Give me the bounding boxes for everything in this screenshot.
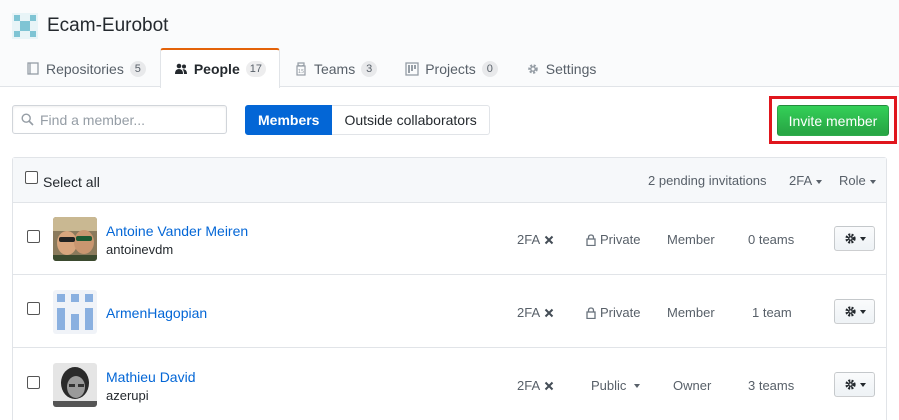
projects-count-badge: 0 (481, 60, 498, 77)
twofa-filter-label: 2FA (789, 173, 813, 188)
member-settings-button[interactable] (834, 226, 875, 251)
teams-count-badge: 3 (361, 60, 378, 77)
member-teams-link[interactable]: 1 team (752, 305, 792, 320)
member-role: Owner (673, 378, 712, 393)
table-header: Select all 2 pending invitations 2FA Rol… (13, 158, 886, 203)
visibility-label: Private (600, 305, 641, 320)
member-type-toggle: Members Outside collaborators (245, 105, 490, 135)
member-checkbox[interactable] (27, 230, 40, 243)
chevron-down-icon (859, 236, 866, 241)
member-role: Member (667, 232, 715, 247)
gear-icon (844, 233, 856, 244)
org-avatar[interactable] (12, 13, 38, 39)
twofa-label: 2FA (517, 305, 541, 320)
twofa-label: 2FA (517, 378, 541, 393)
tab-teams[interactable]: 15 Teams 3 (280, 48, 391, 88)
avatar[interactable] (53, 290, 97, 334)
member-checkbox[interactable] (27, 376, 40, 389)
member-teams-link[interactable]: 0 teams (748, 232, 794, 247)
search-icon (21, 113, 34, 126)
select-all-checkbox[interactable] (25, 171, 38, 184)
table-row: Mathieu David azerupi 2FA Public Owner 3… (13, 349, 886, 420)
visibility-label: Public (591, 378, 627, 393)
repo-count-badge: 5 (129, 60, 146, 77)
twofa-status: 2FA (517, 232, 554, 247)
chevron-down-icon (859, 382, 866, 387)
tab-repositories[interactable]: Repositories 5 (12, 48, 160, 88)
tab-label: Teams (313, 60, 356, 77)
member-name-link[interactable]: Mathieu David (106, 369, 196, 385)
invite-member-button[interactable]: Invite member (777, 105, 889, 136)
members-filter-button[interactable]: Members (245, 105, 333, 135)
member-checkbox[interactable] (27, 302, 40, 315)
member-name-link[interactable]: Antoine Vander Meiren (106, 223, 248, 239)
visibility-status: Private (586, 305, 640, 320)
visibility-status: Private (586, 232, 640, 247)
member-role: Member (667, 305, 715, 320)
member-login: antoinevdm (106, 242, 174, 257)
role-filter-dropdown[interactable]: Role (839, 173, 876, 188)
org-header: Ecam-Eurobot Repositories 5 People 17 15… (0, 0, 899, 88)
member-settings-button[interactable] (834, 299, 875, 324)
tab-label: Settings (545, 60, 597, 77)
gear-icon (844, 379, 856, 390)
search-input[interactable] (40, 111, 220, 128)
project-icon (405, 61, 419, 76)
table-row: Antoine Vander Meiren antoinevdm 2FA Pri… (13, 203, 886, 275)
avatar[interactable] (53, 217, 97, 261)
people-count-badge: 17 (245, 61, 266, 77)
visibility-dropdown[interactable]: Public (591, 378, 641, 393)
twofa-status: 2FA (517, 305, 554, 320)
tab-label: Repositories (46, 60, 124, 77)
org-name[interactable]: Ecam-Eurobot (47, 15, 168, 37)
org-tabs: Repositories 5 People 17 15 Teams 3 Proj… (12, 48, 610, 88)
member-settings-button[interactable] (834, 372, 875, 397)
tab-settings[interactable]: Settings (512, 48, 611, 88)
members-table: Select all 2 pending invitations 2FA Rol… (12, 157, 887, 420)
chevron-down-icon (859, 309, 866, 314)
chevron-down-icon (816, 179, 823, 184)
x-icon (544, 308, 554, 317)
tab-people[interactable]: People 17 (159, 48, 280, 88)
tab-label: People (193, 61, 240, 77)
people-icon (174, 63, 187, 74)
x-icon (544, 235, 554, 244)
member-search (12, 105, 227, 134)
tab-projects[interactable]: Projects 0 (391, 48, 512, 88)
select-all-label: Select all (43, 174, 100, 190)
role-filter-label: Role (839, 173, 866, 188)
member-name-link[interactable]: ArmenHagopian (106, 305, 207, 321)
jersey-icon: 15 (296, 61, 306, 76)
member-login: azerupi (106, 388, 149, 403)
lock-icon (586, 306, 596, 319)
outside-collaborators-button[interactable]: Outside collaborators (332, 105, 490, 135)
x-icon (544, 381, 554, 390)
chevron-down-icon (869, 179, 876, 184)
pending-invitations-link[interactable]: 2 pending invitations (648, 173, 767, 188)
tab-label: Projects (425, 60, 476, 77)
svg-text:15: 15 (298, 69, 304, 75)
avatar[interactable] (53, 363, 97, 407)
table-row: ArmenHagopian 2FA Private Member 1 team (13, 276, 886, 348)
visibility-label: Private (600, 232, 641, 247)
gear-icon (528, 63, 538, 74)
lock-icon (586, 233, 596, 246)
repo-icon (27, 61, 39, 75)
gear-icon (844, 306, 856, 317)
chevron-down-icon (634, 383, 641, 388)
twofa-filter-dropdown[interactable]: 2FA (789, 173, 823, 188)
twofa-label: 2FA (517, 232, 541, 247)
member-teams-link[interactable]: 3 teams (748, 378, 794, 393)
twofa-status: 2FA (517, 378, 554, 393)
